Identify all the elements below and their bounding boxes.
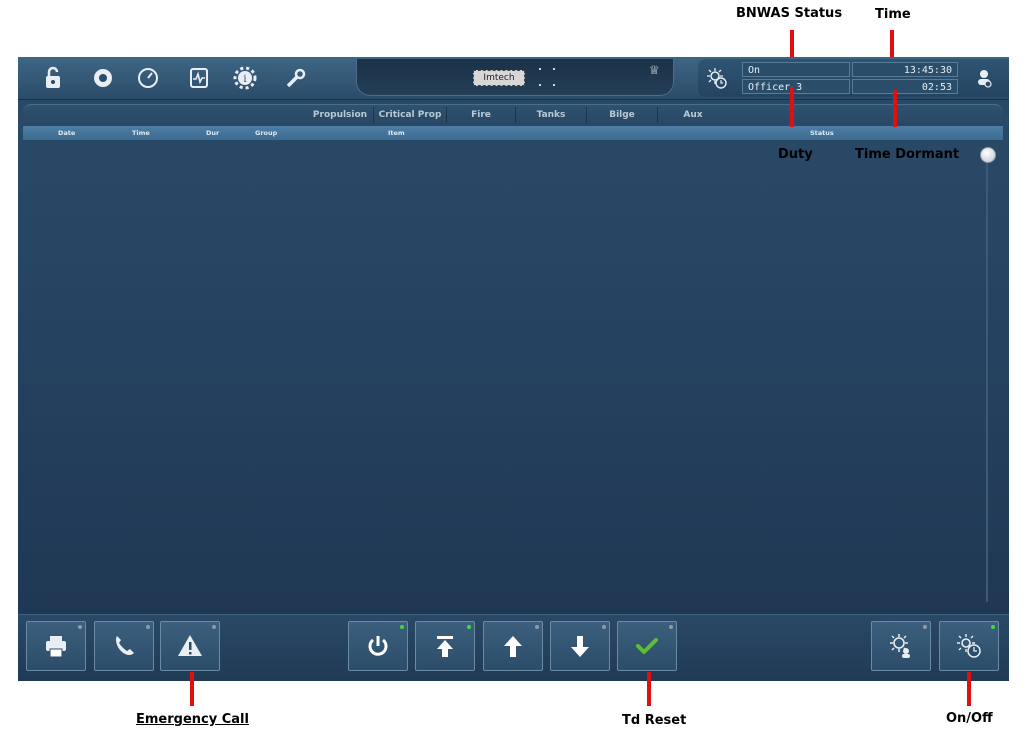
unlock-icon[interactable] [40, 65, 66, 91]
diagnostics-icon[interactable] [186, 65, 212, 91]
column-item: Item [388, 129, 405, 137]
button-led [991, 625, 995, 629]
center-logo-panel: Imtech ♕ [356, 59, 674, 96]
emergency-call-button[interactable] [160, 621, 220, 671]
column-group: Group [255, 129, 278, 137]
phone-button[interactable] [94, 621, 154, 671]
button-led [602, 625, 606, 629]
button-led [923, 625, 927, 629]
info-gear-icon[interactable]: i [232, 65, 258, 91]
on-off-callout: On/Off [946, 711, 993, 726]
tab-tanks[interactable]: Tanks [516, 105, 586, 125]
svg-text:i: i [243, 74, 246, 85]
wrench-settings-icon[interactable] [283, 65, 309, 91]
time-dormant-callout: Time Dormant [855, 147, 960, 162]
indicator-dot [553, 68, 555, 70]
td-reset-pointer [647, 672, 651, 706]
bnwas-state-field: On [742, 62, 850, 77]
time-callout: Time [875, 7, 911, 22]
arrow-down-icon [571, 636, 589, 657]
arrow-up-button[interactable] [483, 621, 543, 671]
alarm-list-scrollbar[interactable] [986, 162, 988, 602]
power-button[interactable] [348, 621, 408, 671]
bnwas-on-off-button[interactable] [939, 621, 999, 671]
tab-critical-prop[interactable]: Critical Prop [374, 105, 446, 125]
duty-pointer [790, 87, 794, 127]
settings-user-button[interactable] [871, 621, 931, 671]
scroll-top-icon [437, 636, 453, 657]
button-led [78, 625, 82, 629]
indicator-dot [553, 84, 555, 86]
imtech-logo: Imtech [473, 70, 525, 86]
td-reset-button[interactable] [617, 621, 677, 671]
crown-icon: ♕ [649, 63, 660, 77]
bnwas-timer-icon [957, 634, 981, 658]
td-reset-callout: Td Reset [622, 713, 687, 728]
button-led [669, 625, 673, 629]
column-status: Status [810, 129, 834, 137]
settings-user-icon [890, 634, 910, 658]
phone-icon [116, 636, 134, 656]
tab-bilge[interactable]: Bilge [587, 105, 657, 125]
emergency-call-pointer [190, 672, 194, 706]
time-dormant-pointer [893, 90, 897, 127]
indicator-dot [539, 84, 541, 86]
indicator-dot [539, 68, 541, 70]
button-led [467, 625, 471, 629]
clock-field: 13:45:30 [852, 62, 958, 77]
column-date: Date [58, 129, 76, 137]
button-led [535, 625, 539, 629]
tab-propulsion[interactable]: Propulsion [307, 105, 373, 125]
button-led [146, 625, 150, 629]
button-led [400, 625, 404, 629]
on-off-pointer [967, 672, 971, 706]
arrow-up-icon [504, 636, 522, 657]
time-dormant-field: 02:53 [852, 79, 958, 94]
bnwas-status-callout: BNWAS Status [736, 6, 843, 21]
bottom-toolbar [18, 614, 1009, 681]
tab-aux[interactable]: Aux [658, 105, 728, 125]
scrollbar-knob[interactable] [980, 147, 996, 163]
printer-icon [46, 636, 66, 658]
tab-fire[interactable]: Fire [447, 105, 515, 125]
scroll-top-button[interactable] [415, 621, 475, 671]
duty-callout: Duty [778, 147, 813, 162]
bnwas-timer-icon[interactable] [704, 65, 730, 91]
button-led [212, 625, 216, 629]
print-button[interactable] [26, 621, 86, 671]
alarm-table-header: Date Time Dur Group Item Status [23, 126, 1003, 140]
officer-user-icon[interactable] [971, 65, 997, 91]
duty-officer-field: Officer 3 [742, 79, 850, 94]
alarm-group-tabs: Propulsion Critical Prop Fire Tanks Bilg… [23, 104, 1003, 125]
emergency-call-callout: Emergency Call [136, 712, 249, 727]
warning-icon [178, 635, 202, 656]
column-dur: Dur [206, 129, 220, 137]
bnwas-status-panel: On 13:45:30 Officer 3 02:53 [698, 59, 1009, 97]
column-time: Time [132, 129, 150, 137]
power-icon [368, 636, 388, 656]
eye-settings-icon[interactable] [90, 65, 116, 91]
checkmark-icon [636, 638, 658, 654]
top-toolbar: i Imtech ♕ On 13:45:30 Officer 3 02:53 [18, 57, 1009, 100]
gauge-icon[interactable] [135, 65, 161, 91]
arrow-down-button[interactable] [550, 621, 610, 671]
